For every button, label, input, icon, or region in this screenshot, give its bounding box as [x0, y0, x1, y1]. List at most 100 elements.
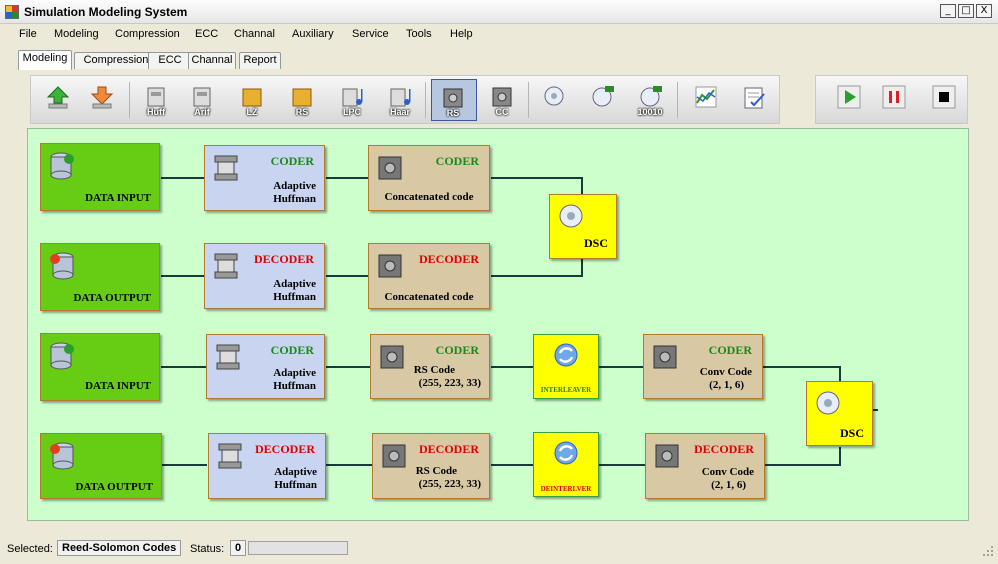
menu-file[interactable]: File — [19, 28, 37, 40]
cc-tool-label: CC — [495, 107, 509, 117]
block-line: Huffman — [273, 380, 316, 392]
safe-icon — [492, 87, 512, 107]
block-head: CODER — [270, 343, 314, 357]
data-output-block[interactable]: DATA OUTPUT — [40, 433, 162, 499]
huffman-tool-button[interactable]: Huff — [135, 79, 177, 121]
interleaver-block[interactable]: INTERLEAVER — [533, 334, 599, 399]
rs-ecc-tool-button[interactable]: RS — [431, 79, 477, 121]
block-head: DECODER — [418, 252, 479, 266]
block-head: DECODER — [693, 442, 754, 456]
load-button[interactable] — [37, 79, 79, 121]
compression-press-icon — [214, 253, 238, 279]
status-value: 0 — [230, 540, 247, 556]
huffman-decoder-block[interactable]: DECODER Adaptive Huffman — [208, 433, 326, 499]
safe-icon — [443, 88, 463, 108]
rs-coder-block[interactable]: CODER RS Code (255, 223, 33) — [370, 334, 490, 399]
report-tool-button[interactable] — [733, 79, 775, 121]
play-button[interactable] — [828, 79, 870, 121]
cc-tool-button[interactable]: CC — [481, 79, 523, 121]
block-title: DSC — [839, 426, 864, 440]
block-title: DATA OUTPUT — [75, 481, 153, 493]
block-line: (2, 1, 6) — [709, 379, 744, 391]
progress-bar — [248, 541, 348, 555]
database-input-icon — [50, 342, 74, 370]
channel-dsc-tool-button[interactable] — [533, 79, 575, 121]
conv-decoder-block[interactable]: DECODER Conv Code (2, 1, 6) — [645, 433, 765, 499]
menu-ecc[interactable]: ECC — [195, 28, 218, 40]
app-icon — [5, 5, 19, 19]
concatenated-decoder-block[interactable]: DECODER Concatenated code — [368, 243, 490, 309]
modeling-canvas[interactable]: DATA INPUT CODER Adaptive Huffman CODER … — [27, 128, 969, 521]
main-toolbar: Huff Arif LZ RS LPC Haar RS CC 10010 — [30, 75, 780, 124]
block-head: DECODER — [418, 442, 479, 456]
huffman-coder-block[interactable]: CODER Adaptive Huffman — [204, 145, 325, 211]
huffman-coder-block[interactable]: CODER Adaptive Huffman — [206, 334, 325, 399]
block-line: Concatenated code — [384, 291, 474, 303]
save-button[interactable] — [81, 79, 123, 121]
block-title: INTERLEAVER — [540, 386, 592, 394]
conv-coder-block[interactable]: CODER Conv Code (2, 1, 6) — [643, 334, 763, 399]
menu-service[interactable]: Service — [352, 28, 389, 40]
lpc-tool-button[interactable]: LPC — [331, 79, 373, 121]
archive-icon — [292, 88, 312, 107]
rs-compression-tool-button[interactable]: RS — [281, 79, 323, 121]
concatenated-coder-block[interactable]: CODER Concatenated code — [368, 145, 490, 211]
selected-value: Reed-Solomon Codes — [57, 540, 182, 556]
block-title: DSC — [583, 236, 608, 250]
menu-compression[interactable]: Compression — [115, 28, 180, 40]
block-head: DECODER — [253, 252, 314, 266]
stop-button[interactable] — [923, 79, 965, 121]
tab-compression[interactable]: Compression — [74, 52, 158, 69]
rs-decoder-block[interactable]: DECODER RS Code (255, 223, 33) — [372, 433, 490, 499]
block-line: (2, 1, 6) — [711, 479, 746, 491]
dsc-channel-block[interactable]: DSC — [549, 194, 617, 259]
database-input-icon — [50, 152, 74, 180]
title-bar: Simulation Modeling System _ □ X — [0, 0, 998, 24]
chart-tool-button[interactable] — [685, 79, 727, 121]
data-input-block[interactable]: DATA INPUT — [40, 333, 160, 401]
block-title: DEINTERLVER — [540, 485, 592, 493]
lz-tool-label: LZ — [246, 107, 258, 117]
rs-ecc-tool-label: RS — [446, 108, 460, 118]
archive-icon — [242, 88, 262, 107]
refresh-cycle-icon — [554, 343, 578, 367]
tab-ecc[interactable]: ECC — [148, 52, 192, 69]
block-head: DECODER — [254, 442, 315, 456]
lz-tool-button[interactable]: LZ — [231, 79, 273, 121]
block-line: Huffman — [273, 193, 316, 205]
block-title: DATA OUTPUT — [73, 292, 151, 304]
resize-grip-icon[interactable] — [982, 545, 994, 557]
menu-channal[interactable]: Channal — [234, 28, 275, 40]
dsc-channel-block[interactable]: DSC — [806, 381, 873, 446]
arif-tool-button[interactable]: Arif — [181, 79, 223, 121]
block-line: Adaptive — [273, 367, 316, 379]
channel-noise-tool-button[interactable] — [581, 79, 623, 121]
tab-modeling[interactable]: Modeling — [18, 50, 72, 70]
deinterleaver-block[interactable]: DEINTERLVER — [533, 432, 599, 497]
menu-modeling[interactable]: Modeling — [54, 28, 99, 40]
menu-help[interactable]: Help — [450, 28, 473, 40]
upload-arrow-icon — [46, 86, 70, 109]
huffman-decoder-block[interactable]: DECODER Adaptive Huffman — [204, 243, 325, 309]
block-line: Adaptive — [273, 278, 316, 290]
haar-tool-button[interactable]: Haar — [379, 79, 421, 121]
block-line: Conv Code — [699, 366, 752, 378]
channel-10010-tool-button[interactable]: 10010 — [629, 79, 671, 121]
tab-channal[interactable]: Channal — [188, 52, 236, 69]
download-arrow-icon — [90, 86, 114, 109]
block-line: Huffman — [273, 291, 316, 303]
pause-button[interactable] — [873, 79, 915, 121]
image-wave-icon — [390, 88, 411, 107]
menu-auxiliary[interactable]: Auxiliary — [292, 28, 334, 40]
run-toolbar — [815, 75, 968, 124]
data-output-block[interactable]: DATA OUTPUT — [40, 243, 160, 311]
close-button[interactable]: X — [976, 4, 992, 18]
maximize-button[interactable]: □ — [958, 4, 974, 18]
menu-tools[interactable]: Tools — [406, 28, 432, 40]
minimize-button[interactable]: _ — [940, 4, 956, 18]
checklist-icon — [744, 87, 765, 109]
data-input-block[interactable]: DATA INPUT — [40, 143, 160, 211]
compression-press-icon — [193, 87, 211, 107]
tab-report[interactable]: Report — [239, 52, 281, 69]
block-title: DATA INPUT — [85, 380, 151, 392]
